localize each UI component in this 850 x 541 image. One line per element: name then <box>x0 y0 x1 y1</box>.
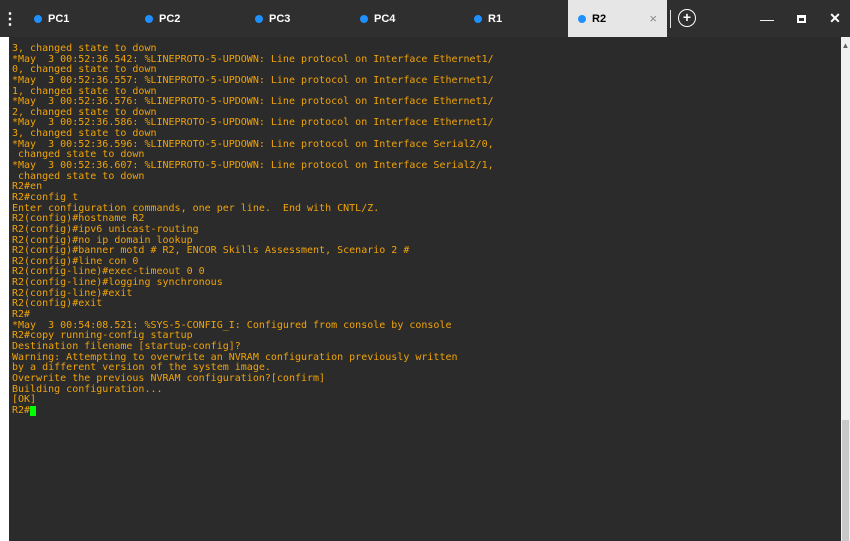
terminal-line: R2(config)#exit <box>12 298 103 310</box>
tab-r2[interactable]: R2 × <box>568 0 667 37</box>
tab-pc2[interactable]: PC2 <box>145 0 255 37</box>
vertical-scrollbar[interactable]: ▲ <box>841 37 850 541</box>
close-window-button[interactable]: ✕ <box>820 0 850 37</box>
maximize-button[interactable] <box>786 0 816 37</box>
terminal-line: Building configuration... <box>12 383 163 395</box>
terminal-line: R2(config-line)#logging synchronous <box>12 277 223 289</box>
tab-separator <box>670 10 671 28</box>
terminal-line: [OK] <box>12 394 37 406</box>
scroll-thumb[interactable] <box>842 420 849 541</box>
status-dot-icon <box>360 14 368 23</box>
scroll-up-icon[interactable]: ▲ <box>841 41 850 50</box>
status-dot-icon <box>34 14 42 23</box>
terminal-line: R2(config-line)#exit <box>12 287 133 299</box>
status-dot-icon <box>145 14 153 23</box>
tab-label: PC2 <box>159 12 181 25</box>
new-tab-icon[interactable]: + <box>678 9 696 27</box>
terminal-line: R2(config)#ipv6 unicast-routing <box>12 223 199 235</box>
terminal-line: R2#config t <box>12 191 79 203</box>
tab-label: PC4 <box>374 12 396 25</box>
menu-button[interactable]: ⋮ <box>0 0 20 37</box>
maximize-icon <box>796 14 806 23</box>
close-tab-icon[interactable]: × <box>649 11 657 26</box>
window-edge <box>0 37 9 541</box>
terminal-line: Overwrite the previous NVRAM configurati… <box>12 372 326 384</box>
terminal-prompt: R2# <box>12 404 31 416</box>
status-dot-icon <box>255 14 263 23</box>
tab-r1[interactable]: R1 <box>474 0 564 37</box>
cursor-icon <box>30 405 37 416</box>
minimize-button[interactable]: — <box>752 0 782 37</box>
terminal-line: *May 3 00:52:36.557: %LINEPROTO-5-UPDOWN… <box>12 74 494 86</box>
status-dot-icon <box>474 14 482 23</box>
tab-pc1[interactable]: PC1 <box>34 0 144 37</box>
tab-label: R1 <box>488 12 503 25</box>
tab-bar: ⋮ PC1 PC2 PC3 PC4 R1 R2 × + — ✕ <box>0 0 850 37</box>
terminal-line: R2#en <box>12 181 43 193</box>
tab-label: PC1 <box>48 12 70 25</box>
tab-pc3[interactable]: PC3 <box>255 0 365 37</box>
tab-pc4[interactable]: PC4 <box>360 0 470 37</box>
terminal-lines: 3, changed state to down *May 3 00:52:36.… <box>9 37 841 416</box>
terminal-prompt-line: R2# <box>12 404 841 417</box>
terminal-output[interactable]: 3, changed state to down *May 3 00:52:36.… <box>9 37 841 541</box>
terminal-line: changed state to down <box>12 170 145 182</box>
tab-label: R2 <box>592 12 607 25</box>
status-dot-icon <box>578 14 586 23</box>
tab-label: PC3 <box>269 12 291 25</box>
terminal-line: Destination filename [startup-config]? <box>12 340 241 352</box>
